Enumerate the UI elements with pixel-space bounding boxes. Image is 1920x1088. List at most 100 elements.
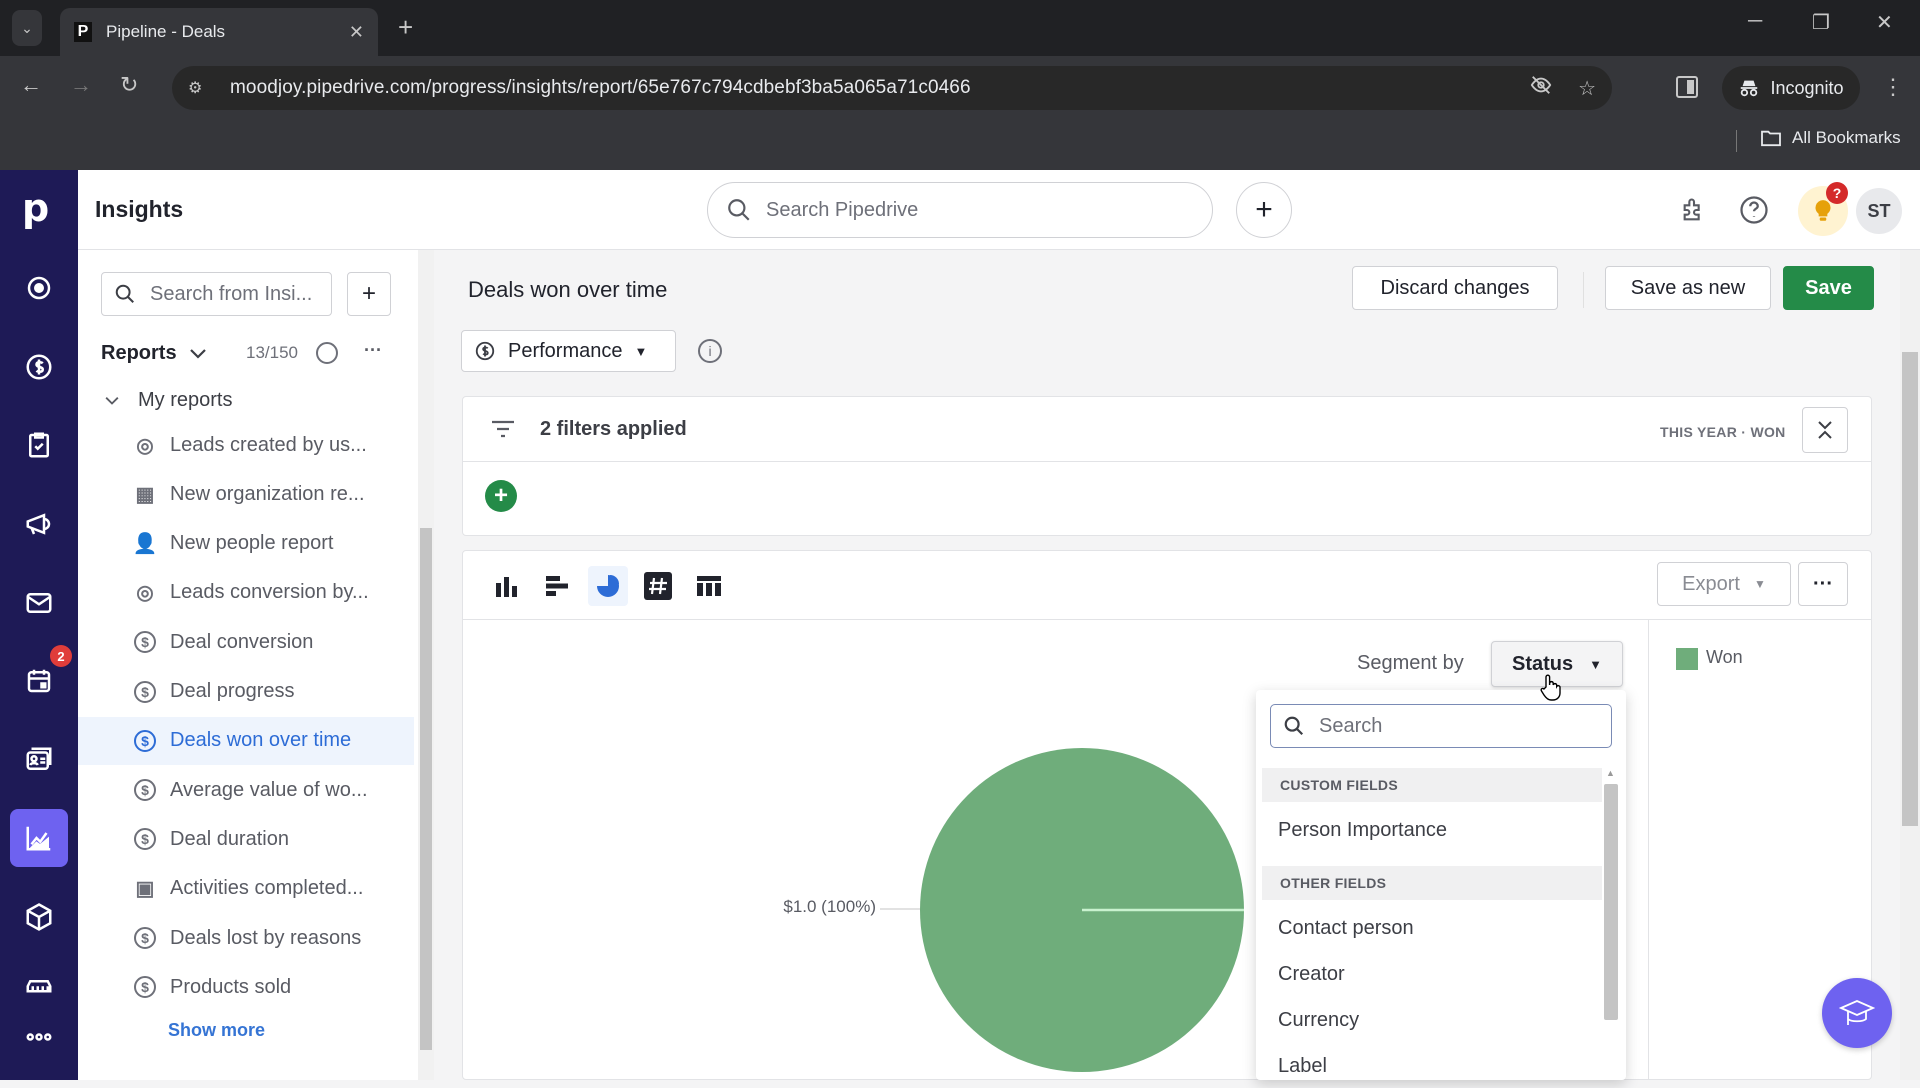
dollar-icon	[26, 354, 52, 380]
dollar-icon: $	[134, 729, 156, 752]
scroll-up-icon[interactable]: ▲	[1606, 768, 1615, 778]
all-bookmarks-button[interactable]: All Bookmarks	[1760, 128, 1901, 148]
extensions-icon[interactable]	[1677, 193, 1711, 227]
dropdown-option[interactable]: Person Importance	[1262, 808, 1602, 852]
calendar-icon: ▣	[135, 878, 155, 901]
filter-summary-tags: THIS YEAR · WON	[1660, 424, 1786, 440]
address-bar[interactable]: ⚙ moodjoy.pipedrive.com/progress/insight…	[172, 66, 1612, 110]
report-list-item[interactable]: ◎ Leads conversion by...	[78, 569, 414, 617]
report-list-item[interactable]: ▦ New organization re...	[78, 470, 414, 518]
back-icon[interactable]: ←	[20, 72, 42, 98]
segment-by-label: Segment by	[1357, 652, 1464, 674]
save-as-new-button[interactable]: Save as new	[1605, 266, 1771, 310]
dropdown-option[interactable]: Label	[1262, 1044, 1602, 1088]
chart-type-bar[interactable]	[537, 566, 577, 606]
segment-search-input[interactable]: Search	[1270, 704, 1612, 748]
user-avatar[interactable]: ST	[1856, 188, 1902, 234]
add-report-button[interactable]: +	[347, 272, 391, 316]
global-search-input[interactable]: Search Pipedrive	[707, 182, 1213, 238]
hand-cursor-icon	[1540, 674, 1562, 709]
dropdown-option[interactable]: Currency	[1262, 998, 1602, 1042]
rail-contacts[interactable]	[10, 731, 68, 789]
pie-data-label: $1.0 (100%)	[783, 897, 876, 916]
legend-label-won[interactable]: Won	[1706, 647, 1743, 668]
report-list-item[interactable]: $ Deal duration	[78, 815, 414, 863]
rail-products[interactable]	[10, 888, 68, 946]
dropdown-option[interactable]: Contact person	[1262, 906, 1602, 950]
report-list-item[interactable]: $ Deals won over time	[78, 716, 414, 765]
forward-icon[interactable]: →	[70, 72, 92, 98]
graduation-cap-icon	[1839, 1000, 1875, 1025]
segment-search-placeholder: Search	[1319, 714, 1383, 737]
report-list-item[interactable]: $ Average value of wo...	[78, 766, 414, 814]
side-panel-icon[interactable]	[1676, 76, 1698, 98]
chart-type-scorecard[interactable]	[638, 566, 678, 606]
insights-search-input[interactable]: Search from Insi...	[101, 272, 332, 316]
my-reports-group[interactable]: My reports	[104, 389, 232, 412]
report-title[interactable]: Deals won over time	[468, 277, 667, 303]
report-list-item-label: Deals lost by reasons	[170, 926, 362, 949]
site-settings-icon[interactable]: ⚙	[188, 78, 210, 98]
profile-label: Incognito	[1770, 77, 1844, 98]
rail-deals[interactable]	[10, 338, 68, 396]
export-button[interactable]: Export ▼	[1657, 562, 1791, 606]
add-filter-button[interactable]: +	[485, 480, 517, 512]
report-list-item[interactable]: $ Deal conversion	[78, 618, 414, 666]
rail-tasks[interactable]	[10, 416, 68, 474]
report-list-item[interactable]: $ Deal progress	[78, 668, 414, 716]
report-list-item[interactable]: $ Deals lost by reasons	[78, 914, 414, 962]
collapse-filters-button[interactable]	[1802, 407, 1848, 453]
report-list-item[interactable]: 👤 New people report	[78, 520, 414, 568]
rail-campaigns[interactable]	[10, 495, 68, 553]
bookmark-star-icon[interactable]: ☆	[1578, 76, 1596, 101]
save-button[interactable]: Save	[1783, 266, 1874, 310]
dropdown-group-header: OTHER FIELDS	[1262, 866, 1602, 900]
dropdown-scrollbar-thumb[interactable]	[1604, 784, 1618, 1020]
chart-type-column[interactable]	[487, 566, 527, 606]
main-scrollbar-thumb[interactable]	[1902, 352, 1918, 826]
discard-changes-button[interactable]: Discard changes	[1352, 266, 1558, 310]
caret-down-icon: ▼	[1589, 656, 1602, 672]
browser-menu-icon[interactable]: ⋮	[1882, 74, 1904, 100]
caret-down-icon: ▼	[634, 343, 648, 359]
minimize-icon[interactable]: ─	[1748, 10, 1762, 33]
help-icon[interactable]	[1737, 193, 1771, 227]
url-text[interactable]: moodjoy.pipedrive.com/progress/insights/…	[230, 77, 1504, 99]
close-tab-icon[interactable]: ✕	[349, 22, 364, 43]
report-list-item-label: Deal duration	[170, 827, 289, 850]
rail-more[interactable]	[10, 1008, 68, 1066]
sidebar-scrollbar-thumb[interactable]	[420, 528, 432, 1050]
incognito-badge[interactable]: Incognito	[1722, 66, 1860, 110]
restore-icon[interactable]: ❐	[1812, 10, 1830, 35]
show-more-link[interactable]: Show more	[168, 1020, 265, 1041]
rail-mail[interactable]	[10, 574, 68, 632]
tab-list-button[interactable]: ⌄	[12, 10, 42, 46]
report-list-item[interactable]: ▣ Activities completed...	[78, 865, 414, 913]
report-list-item[interactable]: ◎ Leads created by us...	[78, 421, 414, 469]
chart-type-pie[interactable]	[588, 566, 628, 606]
browser-tab[interactable]: P Pipeline - Deals ✕	[60, 8, 378, 56]
dropdown-option[interactable]: Creator	[1262, 952, 1602, 996]
academy-button[interactable]	[1822, 978, 1892, 1048]
button-divider	[1583, 272, 1584, 308]
megaphone-icon	[26, 513, 51, 535]
reload-icon[interactable]: ↻	[120, 72, 138, 98]
pipedrive-logo[interactable]: p	[22, 186, 49, 230]
chart-more-button[interactable]: ···	[1798, 562, 1848, 606]
report-list-item[interactable]: $ Products sold	[78, 963, 414, 1011]
search-icon	[115, 284, 134, 303]
reports-dropdown[interactable]: Reports	[101, 342, 207, 365]
rail-leads[interactable]	[10, 259, 68, 317]
chart-type-table[interactable]	[689, 566, 729, 606]
info-icon[interactable]	[316, 342, 338, 364]
new-tab-button[interactable]: +	[398, 12, 413, 43]
info-icon[interactable]: i	[698, 339, 722, 363]
report-type-select[interactable]: Performance ▼	[461, 330, 676, 372]
dollar-icon: $	[134, 927, 156, 949]
quick-add-button[interactable]: +	[1236, 182, 1292, 238]
rail-insights[interactable]	[10, 809, 68, 867]
reports-more-button[interactable]: ···	[364, 340, 382, 361]
organization-icon: ▦	[135, 483, 155, 506]
close-window-icon[interactable]: ✕	[1876, 10, 1893, 35]
eye-off-icon[interactable]	[1530, 74, 1552, 102]
